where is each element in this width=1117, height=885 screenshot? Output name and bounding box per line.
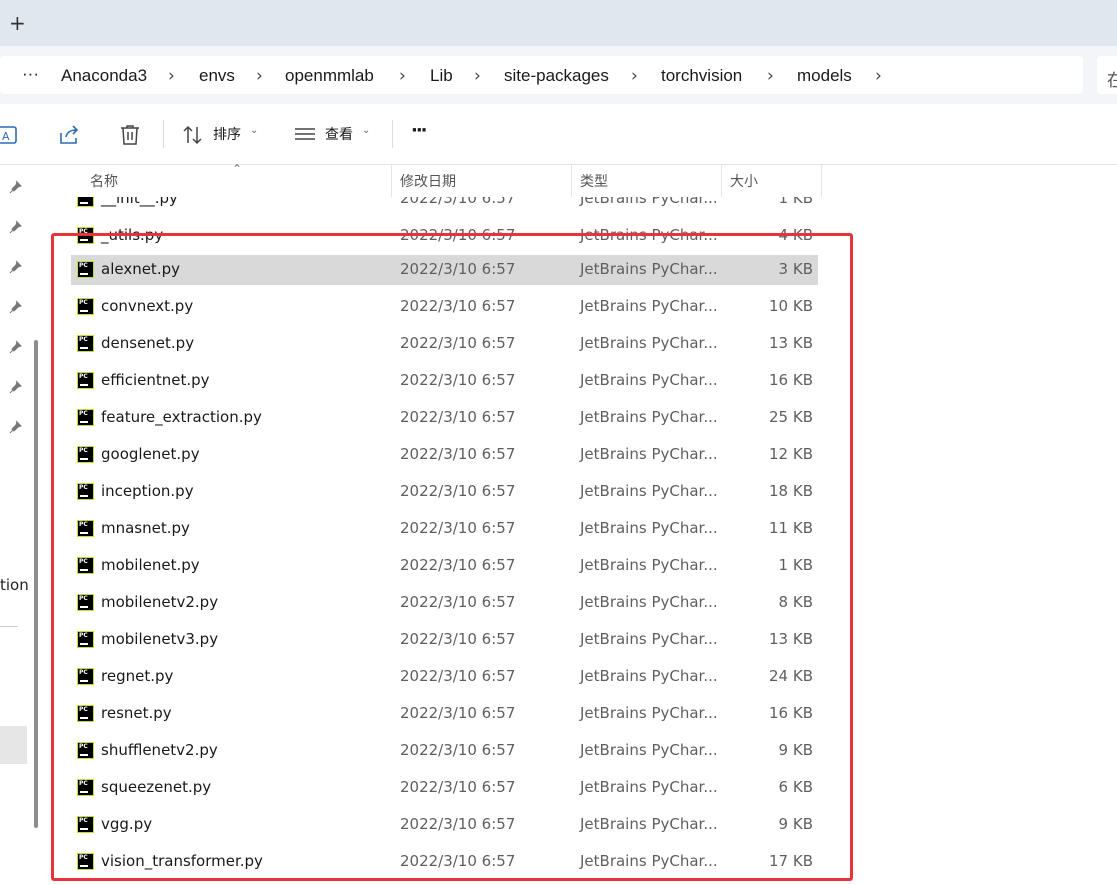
annotation-highlight-box [51,233,853,881]
